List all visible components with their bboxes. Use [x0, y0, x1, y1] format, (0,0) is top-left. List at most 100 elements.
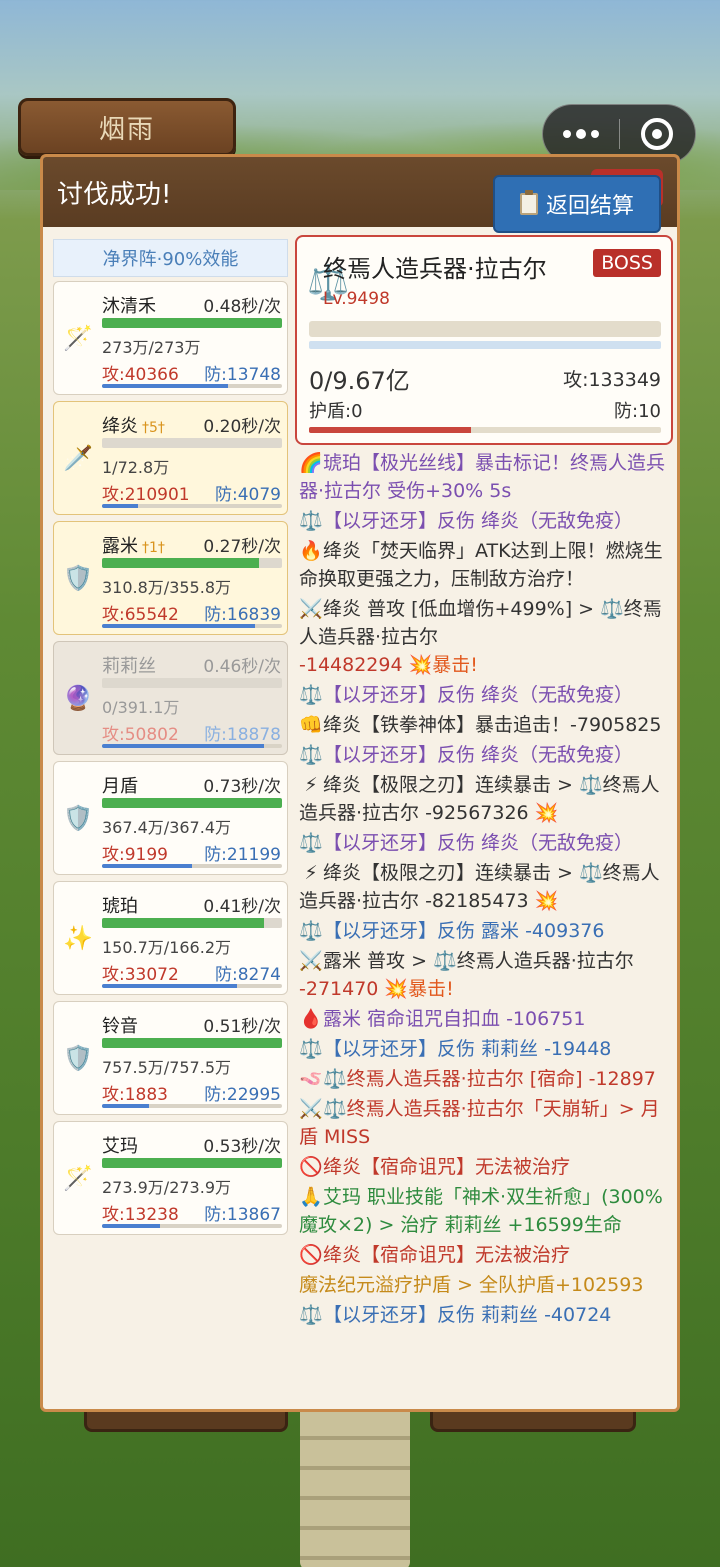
log-entry-text: 【以牙还牙】反伤 莉莉丝 -40724 — [323, 1304, 612, 1326]
hero-star-rank: †5† — [142, 420, 165, 436]
hero-card[interactable]: ✨ 琥珀 0.41秒/次 150.7万/166.2万 攻:33072 防:8274 — [53, 881, 288, 995]
hero-hp-text: 757.5万/757.5万 — [102, 1058, 232, 1077]
hero-card[interactable]: 🗡️ 绛炎 †5† 0.20秒/次 1/72.8万 攻:210901 防:4079 — [53, 401, 288, 515]
log-entry: 🚫绛炎【宿命诅咒】无法被治疗 — [299, 1241, 677, 1269]
hero-star-rank: †1† — [142, 540, 165, 556]
hero-attack-speed: 0.46秒/次 — [203, 657, 281, 677]
log-entry-damage: -271470 — [299, 978, 379, 1000]
shield-icon: 🛡️ — [63, 564, 93, 592]
shield-icon: 🛡️ — [63, 804, 93, 832]
hero-attack: 攻:33072 — [102, 965, 179, 985]
hero-card[interactable]: 🪄 沐清禾 0.48秒/次 273万/273万 攻:40366 防:13748 — [53, 281, 288, 395]
hero-attack: 攻:13238 — [102, 1205, 179, 1225]
log-entry: ⚔️绛炎 普攻 [低血增伤+499%] > ⚖️终焉人造兵器·拉古尔 -14482… — [299, 595, 677, 679]
hero-card[interactable]: 🪄 艾玛 0.53秒/次 273.9万/273.9万 攻:13238 防:13867 — [53, 1121, 288, 1235]
hero-hp-text: 273万/273万 — [102, 338, 201, 357]
hero-name: 沐清禾 — [102, 296, 156, 317]
log-entry: ⚔️⚖️终焉人造兵器·拉古尔「天崩斩」> 月盾 MISS — [299, 1095, 677, 1151]
log-entry-crit: 💥暴击! — [378, 978, 454, 1000]
log-entry-icon: 👊 — [299, 714, 323, 736]
hero-attack-speed: 0.73秒/次 — [203, 777, 281, 797]
hero-defense: 防:22995 — [204, 1085, 281, 1105]
hero-hp-bar — [102, 1038, 282, 1048]
log-entry-icon: ⚖️ — [299, 684, 323, 706]
boss-shield-bar — [309, 341, 661, 349]
hero-attack: 攻:50802 — [102, 725, 179, 745]
hero-card[interactable]: 🔮 莉莉丝 0.46秒/次 0/391.1万 攻:50802 防:18878 — [53, 641, 288, 755]
log-entry-text: 【以牙还牙】反伤 绛炎（无敌免疫） — [323, 684, 634, 706]
log-entry: 🌈琥珀【极光丝线】暴击标记！终焉人造兵器·拉古尔 受伤+30% 5s — [299, 449, 677, 505]
hero-defense-bar — [102, 744, 282, 748]
log-entry-text: 露米 普攻 > ⚖️终焉人造兵器·拉古尔 — [323, 950, 634, 972]
log-entry: 👊绛炎【铁拳神体】暴击追击！-7905825 — [299, 711, 677, 739]
log-entry-text: 露米 宿命诅咒自扣血 -106751 — [323, 1008, 586, 1030]
log-entry: ⚡ 绛炎【极限之刃】连续暴击 > ⚖️终焉人造兵器·拉古尔 -92567326 💥 — [299, 771, 677, 827]
log-entry-icon: ⚖️ — [299, 744, 323, 766]
log-entry-icon: 🪱 — [299, 1068, 323, 1090]
log-entry-icon: ⚖️ — [299, 920, 323, 942]
hero-hp-bar — [102, 318, 282, 328]
return-settlement-button[interactable]: 返回结算 — [493, 175, 661, 233]
log-entry-text: 绛炎「焚天临界」ATK达到上限！燃烧生命换取更强之力，压制敌方治疗！ — [299, 540, 663, 590]
formation-badge: 净界阵·90%效能 — [53, 239, 288, 277]
sword-icon: 🗡️ — [63, 444, 93, 472]
hero-name: 绛炎 †5† — [102, 416, 165, 437]
wand-icon: ✨ — [63, 924, 93, 952]
hero-attack-speed: 0.20秒/次 — [203, 417, 281, 437]
guild-sign-label: 烟雨 — [98, 114, 155, 145]
log-entry: 🚫绛炎【宿命诅咒】无法被治疗 — [299, 1153, 677, 1181]
boss-defense-bar — [309, 427, 661, 433]
hero-defense-bar — [102, 984, 282, 988]
boss-name: 终焉人造兵器·拉古尔 — [323, 255, 547, 283]
log-entry-icon: ⚔️ — [299, 598, 323, 620]
hero-name: 艾玛 — [102, 1136, 138, 1157]
log-entry: ⚖️【以牙还牙】反伤 莉莉丝 -19448 — [299, 1035, 677, 1063]
log-entry: ⚖️【以牙还牙】反伤 露米 -409376 — [299, 917, 677, 945]
log-entry-icon: 🔥 — [299, 540, 323, 562]
battle-log[interactable]: 🌈琥珀【极光丝线】暴击标记！终焉人造兵器·拉古尔 受伤+30% 5s ⚖️【以牙还… — [299, 449, 677, 1404]
log-entry: 🔥绛炎「焚天临界」ATK达到上限！燃烧生命换取更强之力，压制敌方治疗！ — [299, 537, 677, 593]
hero-defense-bar — [102, 384, 282, 388]
hero-defense: 防:21199 — [204, 845, 281, 865]
log-entry-crit: 💥暴击! — [402, 654, 478, 676]
hero-hp-bar — [102, 798, 282, 808]
hero-defense-bar — [102, 504, 282, 508]
log-entry-icon: ⚔️ — [299, 950, 323, 972]
hero-defense: 防:8274 — [215, 965, 281, 985]
log-entry-text: 绛炎【宿命诅咒】无法被治疗 — [323, 1156, 571, 1178]
hero-hp-bar — [102, 1158, 282, 1168]
panel-header: 讨伐成功! 返回结算 — [43, 157, 677, 233]
boss-level: Lv.9498 — [323, 289, 390, 309]
hero-defense-bar — [102, 864, 282, 868]
log-entry-icon: ⚖️ — [299, 1304, 323, 1326]
hero-card[interactable]: 🛡️ 月盾 0.73秒/次 367.4万/367.4万 攻:9199 防:21199 — [53, 761, 288, 875]
hero-card[interactable]: 🛡️ 铃音 0.51秒/次 757.5万/757.5万 攻:1883 防:22995 — [53, 1001, 288, 1115]
hero-attack-speed: 0.41秒/次 — [203, 897, 281, 917]
log-entry-icon: ⚔️ — [299, 1098, 323, 1120]
boss-badge: BOSS — [593, 249, 661, 277]
log-entry-text: 【以牙还牙】反伤 露米 -409376 — [323, 920, 605, 942]
hero-attack: 攻:9199 — [102, 845, 168, 865]
hero-card[interactable]: 🛡️ 露米 †1† 0.27秒/次 310.8万/355.8万 攻:65542 防:1683… — [53, 521, 288, 635]
hero-defense: 防:16839 — [204, 605, 281, 625]
panel-title: 讨伐成功! — [57, 179, 172, 210]
hero-attack-speed: 0.51秒/次 — [203, 1017, 281, 1037]
hero-name: 莉莉丝 — [102, 656, 156, 677]
log-entry-icon: 🩸 — [299, 1008, 323, 1030]
hero-hp-bar — [102, 558, 282, 568]
shield-icon: 🛡️ — [63, 1044, 93, 1072]
log-entry-text: 琥珀【极光丝线】暴击标记！终焉人造兵器·拉古尔 受伤+30% 5s — [299, 452, 666, 502]
log-entry-text: 【以牙还牙】反伤 莉莉丝 -19448 — [323, 1038, 612, 1060]
log-entry-text: ⚖️终焉人造兵器·拉古尔 [宿命] -12897 — [323, 1068, 656, 1090]
hero-name: 铃音 — [102, 1016, 138, 1037]
hero-name: 琥珀 — [102, 896, 138, 917]
log-entry: ⚔️露米 普攻 > ⚖️终焉人造兵器·拉古尔 -271470 💥暴击! — [299, 947, 677, 1003]
hero-attack: 攻:1883 — [102, 1085, 168, 1105]
log-entry: 魔法纪元溢疗护盾 > 全队护盾+102593 — [299, 1271, 677, 1299]
hero-attack-speed: 0.53秒/次 — [203, 1137, 281, 1157]
staff-icon: 🪄 — [63, 1164, 93, 1192]
boss-card[interactable]: ⚖️ 终焉人造兵器·拉古尔 BOSS Lv.9498 0/9.67亿 攻:133… — [295, 235, 673, 445]
log-entry-text: 【以牙还牙】反伤 绛炎（无敌免疫） — [323, 744, 634, 766]
guild-sign[interactable]: 烟雨 — [18, 98, 236, 156]
log-entry-damage: -14482294 — [299, 654, 403, 676]
